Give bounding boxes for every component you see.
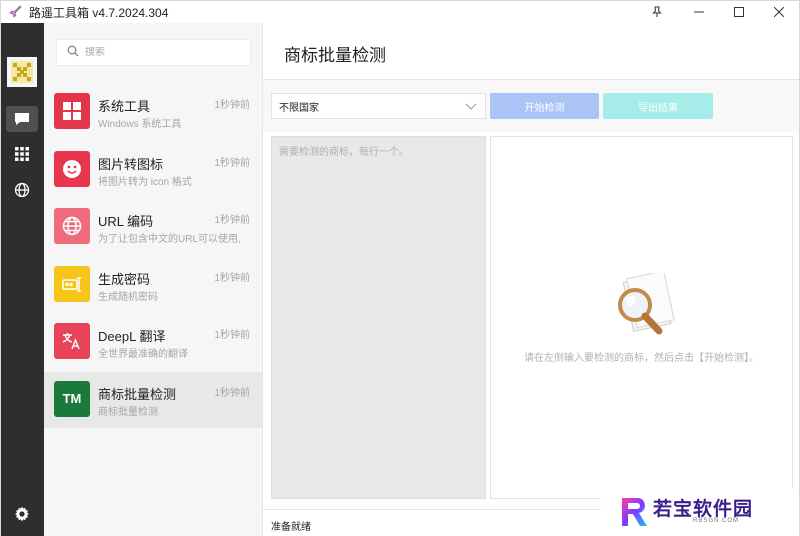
page-title: 商标批量检测 — [284, 46, 386, 65]
tool-name: DeepL 翻译 — [98, 329, 166, 344]
empty-state-message: 请在左侧输入要检测的商标，然后点击【开始检测】。 — [524, 353, 759, 364]
tool-name: 图片转图标 — [98, 156, 164, 172]
maximize-icon[interactable] — [719, 1, 759, 23]
app-window: 路遥工具箱 v4.7.2024.304 搜索 系统工具 Windows 系统工具… — [0, 0, 800, 536]
magnifier-document-icon — [607, 270, 679, 343]
trademark-input[interactable] — [272, 137, 485, 498]
tool-timestamp: 1秒钟前 — [214, 215, 250, 226]
gear-icon[interactable] — [6, 501, 38, 527]
smiley-icon — [54, 150, 90, 187]
tool-name: 商标批量检测 — [98, 386, 177, 402]
watermark-logo — [622, 498, 647, 526]
globe-icon — [54, 208, 90, 244]
rocket-icon — [7, 4, 23, 20]
window-title: 路遥工具箱 v4.7.2024.304 — [29, 5, 169, 20]
tool-item[interactable]: URL 编码为了让包含中文的URL可以使用, 1秒钟前 — [44, 199, 262, 255]
watermark-text: 若宝软件园 — [653, 499, 754, 520]
tool-description: 全世界最准确的翻译 — [98, 349, 188, 360]
apps-grid-icon[interactable] — [6, 141, 38, 167]
tool-timestamp: 1秒钟前 — [214, 387, 250, 399]
watermark-subtext: RBSGN.COM — [693, 518, 740, 524]
trademark-icon: TM — [54, 380, 90, 417]
country-select[interactable]: 不限国家 — [271, 93, 486, 119]
main-pane: 商标批量检测 不限国家 开始检测 导出结果 需要检测的商标，每行一个。 请在左侧… — [263, 23, 799, 536]
tool-description: 为了让包含中文的URL可以使用, — [98, 234, 241, 245]
trademark-input-area[interactable] — [271, 136, 486, 499]
search-input[interactable] — [85, 47, 235, 58]
search-icon — [67, 44, 79, 62]
result-panel: 请在左侧输入要检测的商标，然后点击【开始检测】。 — [490, 136, 793, 499]
tool-item[interactable]: DeepL 翻译全世界最准确的翻译 1秒钟前 — [44, 314, 262, 370]
tool-name: 生成密码 — [98, 271, 151, 287]
country-select-value: 不限国家 — [279, 102, 319, 114]
pin-icon[interactable] — [635, 1, 679, 23]
globe-icon[interactable] — [6, 177, 38, 203]
windows-icon — [54, 93, 90, 129]
export-results-button[interactable]: 导出结果 — [603, 93, 713, 119]
tool-list-panel: 系统工具Windows 系统工具1秒钟前图片转图标将图片转为 icon 格式1秒… — [44, 23, 263, 536]
tool-timestamp: 1秒钟前 — [214, 272, 250, 284]
chat-icon[interactable] — [6, 106, 38, 132]
tool-timestamp: 1秒钟前 — [214, 330, 250, 341]
start-check-button[interactable]: 开始检测 — [490, 93, 599, 119]
tool-name: URL 编码 — [98, 214, 154, 229]
tool-description: 生成随机密码 — [98, 291, 158, 303]
tool-description: Windows 系统工具 — [98, 119, 182, 130]
watermark: 若宝软件园 RBSGN.COM — [601, 489, 799, 535]
tool-description: 将图片转为 icon 格式 — [98, 176, 192, 188]
tool-timestamp: 1秒钟前 — [214, 157, 250, 169]
status-text: 准备就绪 — [271, 522, 311, 533]
icon-sidebar — [1, 23, 44, 536]
chevron-down-icon — [465, 100, 477, 115]
tool-name: 系统工具 — [98, 99, 151, 114]
tool-description: 商标批量检测 — [98, 406, 158, 418]
title-bar: 路遥工具箱 v4.7.2024.304 — [1, 1, 799, 23]
minimize-icon[interactable] — [679, 1, 719, 23]
tool-item[interactable]: 系统工具 Windows 系统工具 1秒钟前 — [44, 84, 262, 140]
tool-item[interactable]: 生成密码生成随机密码 1秒钟前 — [44, 257, 262, 313]
close-icon[interactable] — [759, 1, 799, 23]
tool-item[interactable]: 图片转图标将图片转为 icon 格式 1秒钟前 — [44, 142, 262, 198]
translate-icon — [54, 323, 90, 359]
search-box[interactable] — [56, 39, 251, 66]
password-icon — [54, 265, 90, 302]
tool-item[interactable]: TM 商标批量检测 商标批量检测 1秒钟前 — [44, 371, 262, 428]
tool-timestamp: 1秒钟前 — [214, 100, 250, 111]
app-logo — [7, 57, 37, 87]
